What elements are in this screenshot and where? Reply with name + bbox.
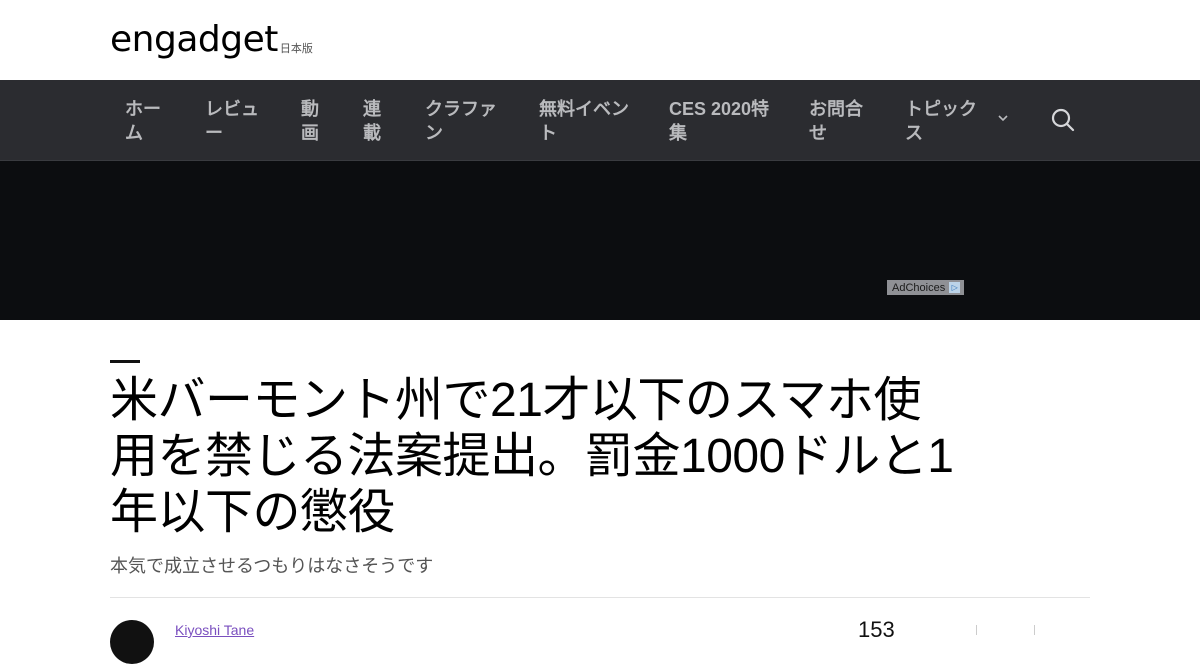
nav-item-home[interactable]: ホーム (125, 97, 167, 145)
nav-item-series[interactable]: 連載 (363, 97, 385, 145)
share-divider (1034, 625, 1035, 635)
site-header: engadget 日本版 (0, 0, 1200, 80)
author-link[interactable]: Kiyoshi Tane (175, 622, 254, 638)
nav-item-reviews[interactable]: レビュー (205, 97, 265, 145)
nav-item-free-events[interactable]: 無料イベント (539, 97, 639, 145)
logo-wordmark[interactable]: engadget (110, 20, 278, 60)
chevron-down-icon[interactable] (997, 112, 1009, 124)
site-logo[interactable]: engadget 日本版 (110, 20, 313, 60)
nav-item-videos[interactable]: 動画 (301, 97, 323, 145)
adchoices-label: AdChoices (892, 281, 946, 294)
nav-item-contact[interactable]: お問合せ (809, 97, 869, 145)
search-icon[interactable] (1050, 107, 1076, 133)
logo-edition-label: 日本版 (279, 43, 313, 55)
article-subtitle: 本気で成立させるつもりはなさそうです (110, 556, 434, 576)
title-accent-line (110, 360, 140, 363)
nav-item-ces-2020[interactable]: CES 2020特集 (669, 97, 779, 145)
ad-banner[interactable] (0, 161, 1200, 320)
adchoices-button[interactable]: AdChoices ▷ (887, 280, 964, 295)
share-divider (976, 625, 977, 635)
adchoices-icon: ▷ (949, 282, 961, 293)
divider (110, 597, 1090, 598)
nav-item-topics[interactable]: トピックス (905, 97, 985, 145)
author-avatar[interactable] (110, 620, 154, 664)
nav-item-crowdfunding[interactable]: クラファン (425, 97, 505, 145)
article-title: 米バーモント州で21才以下のスマホ使用を禁じる法案提出。罰金1000ドルと1年以… (110, 374, 954, 539)
share-count: 153 (858, 617, 895, 642)
